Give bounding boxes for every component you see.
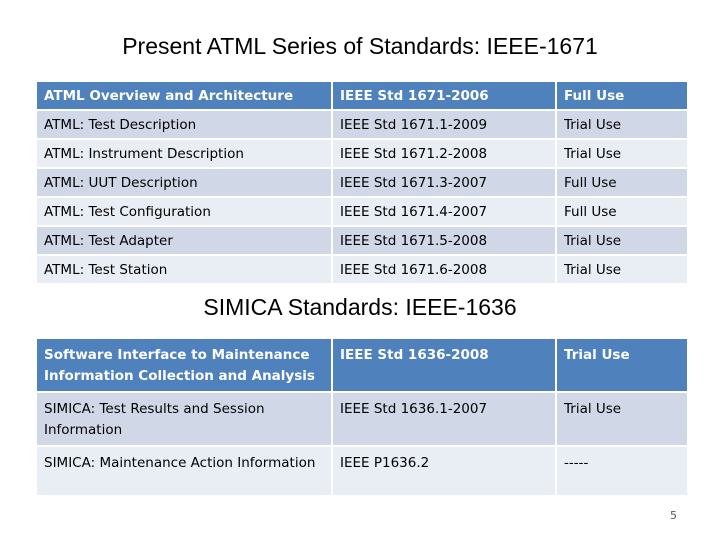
standard-name: ATML: UUT Description bbox=[37, 169, 333, 198]
standard-name: ATML: Test Configuration bbox=[37, 198, 333, 227]
table-row: ATML: UUT Description IEEE Std 1671.3-20… bbox=[37, 169, 687, 198]
standard-number: IEEE Std 1671.2-2008 bbox=[333, 140, 557, 169]
standard-name: ATML: Test Adapter bbox=[37, 227, 333, 256]
standard-status: Trial Use bbox=[557, 140, 687, 169]
standard-name: ATML: Test Description bbox=[37, 111, 333, 140]
atml-standards-table: ATML Overview and Architecture IEEE Std … bbox=[37, 82, 687, 285]
standard-status: Full Use bbox=[557, 82, 687, 111]
section-subtitle: SIMICA Standards: IEEE-1636 bbox=[203, 294, 517, 320]
standard-status: Trial Use bbox=[557, 227, 687, 256]
simica-standards-table: Software Interface to Maintenance Inform… bbox=[37, 339, 687, 497]
standard-number: IEEE Std 1671.5-2008 bbox=[333, 227, 557, 256]
table-row: ATML: Test Station IEEE Std 1671.6-2008 … bbox=[37, 256, 687, 285]
standard-number: IEEE Std 1671.6-2008 bbox=[333, 256, 557, 285]
standard-name: SIMICA: Test Results and Session Informa… bbox=[37, 393, 333, 447]
standard-number: IEEE Std 1671.4-2007 bbox=[333, 198, 557, 227]
standard-status: Full Use bbox=[557, 198, 687, 227]
table-row: ATML: Test Adapter IEEE Std 1671.5-2008 … bbox=[37, 227, 687, 256]
standard-status: Trial Use bbox=[557, 339, 687, 393]
standard-number: IEEE Std 1636.1-2007 bbox=[333, 393, 557, 447]
standard-name: Software Interface to Maintenance Inform… bbox=[37, 339, 333, 393]
standard-number: IEEE Std 1671-2006 bbox=[333, 82, 557, 111]
standard-status: Trial Use bbox=[557, 393, 687, 447]
standard-name: SIMICA: Maintenance Action Information bbox=[37, 447, 333, 497]
table-row: ATML Overview and Architecture IEEE Std … bbox=[37, 82, 687, 111]
standard-status: ----- bbox=[557, 447, 687, 497]
slide-title: Present ATML Series of Standards: IEEE-1… bbox=[122, 33, 598, 59]
table-row: ATML: Test Description IEEE Std 1671.1-2… bbox=[37, 111, 687, 140]
standard-status: Trial Use bbox=[557, 256, 687, 285]
standard-status: Full Use bbox=[557, 169, 687, 198]
standard-number: IEEE Std 1671.3-2007 bbox=[333, 169, 557, 198]
standard-name: ATML: Instrument Description bbox=[37, 140, 333, 169]
standard-number: IEEE Std 1636-2008 bbox=[333, 339, 557, 393]
table-row: SIMICA: Test Results and Session Informa… bbox=[37, 393, 687, 447]
standard-name: ATML Overview and Architecture bbox=[37, 82, 333, 111]
table-row: SIMICA: Maintenance Action Information I… bbox=[37, 447, 687, 497]
standard-number: IEEE Std 1671.1-2009 bbox=[333, 111, 557, 140]
standard-status: Trial Use bbox=[557, 111, 687, 140]
table-row: Software Interface to Maintenance Inform… bbox=[37, 339, 687, 393]
standard-number: IEEE P1636.2 bbox=[333, 447, 557, 497]
page-number: 5 bbox=[670, 509, 677, 522]
table-row: ATML: Instrument Description IEEE Std 16… bbox=[37, 140, 687, 169]
table-row: ATML: Test Configuration IEEE Std 1671.4… bbox=[37, 198, 687, 227]
standard-name: ATML: Test Station bbox=[37, 256, 333, 285]
